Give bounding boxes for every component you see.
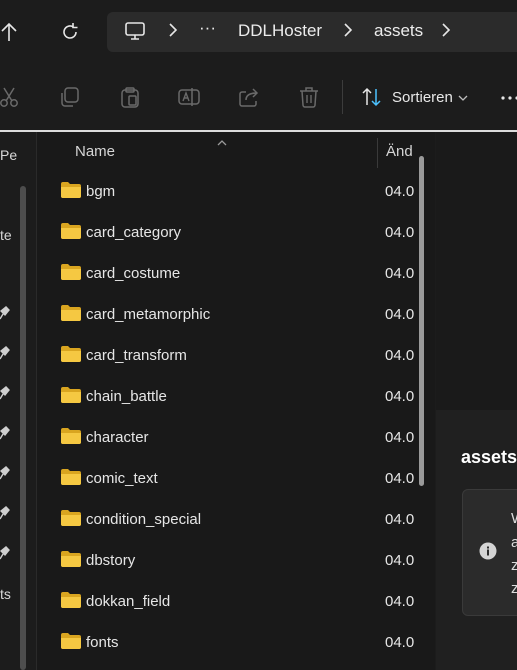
file-date: 04.0 [385,470,415,487]
nav-item-fragment[interactable]: te [0,227,12,243]
folder-icon [61,346,81,362]
folder-icon [61,592,81,608]
file-name: card_costume [86,265,181,282]
file-row[interactable]: chain_battle 04.0 [52,377,418,418]
pin-icon[interactable] [0,346,10,360]
folder-icon [61,305,81,321]
file-row[interactable]: dokkan_field 04.0 [52,582,418,623]
file-date: 04.0 [385,552,415,569]
file-row[interactable]: condition_special 04.0 [52,500,418,541]
file-date: 04.0 [385,306,415,323]
nav-item-fragment[interactable]: ts [0,586,11,602]
file-name: fonts [86,634,119,651]
info-text-fragment: W [511,510,517,527]
chevron-right-icon [168,22,178,38]
pin-icon[interactable] [0,386,10,400]
file-name: chain_battle [86,388,167,405]
refresh-button[interactable] [58,20,82,44]
info-text-fragment: a [511,534,517,551]
file-name: condition_special [86,511,202,528]
info-text-fragment: z [511,557,517,574]
file-name: card_metamorphic [86,306,211,323]
file-date: 04.0 [385,388,415,405]
rename-icon[interactable] [178,86,200,108]
file-date: 04.0 [385,593,415,610]
folder-icon [61,469,81,485]
copy-icon[interactable] [59,86,81,108]
folder-icon [61,633,81,649]
breadcrumb-ddlhoster[interactable]: DDLHoster [238,21,322,41]
file-row[interactable]: dbstory 04.0 [52,541,418,582]
file-list-scrollbar[interactable] [419,156,424,486]
folder-icon [61,264,81,280]
paste-icon[interactable] [119,86,141,108]
this-pc-icon[interactable] [124,21,146,41]
file-date: 04.0 [385,183,415,200]
file-date: 04.0 [385,265,415,282]
file-name: bgm [86,183,116,200]
column-header-name[interactable]: Name [75,143,115,160]
chevron-down-icon [458,95,468,101]
info-icon [479,542,497,560]
more-options-button[interactable] [500,86,517,110]
pin-icon[interactable] [0,426,10,440]
file-row[interactable]: card_costume 04.0 [52,254,418,295]
command-bar-divider [342,80,343,114]
file-row[interactable]: comic_text 04.0 [52,459,418,500]
file-row[interactable]: fonts 04.0 [52,623,418,664]
pin-icon[interactable] [0,306,10,320]
file-row[interactable]: bgm 04.0 [52,172,418,213]
folder-icon [61,428,81,444]
sort-label: Sortieren [392,89,453,106]
preview-area [436,132,517,410]
file-name: comic_text [86,470,158,487]
folder-icon [61,223,81,239]
details-title: assets [461,447,517,467]
info-text-fragment: z [511,580,517,597]
folder-icon [61,510,81,526]
folder-icon [61,551,81,567]
file-date: 04.0 [385,347,415,364]
file-row[interactable]: card_metamorphic 04.0 [52,295,418,336]
column-header-date[interactable]: Änd [386,143,413,160]
sort-icon [362,87,381,107]
pin-icon[interactable] [0,506,10,520]
folder-icon [61,182,81,198]
file-name: card_transform [86,347,187,364]
file-date: 04.0 [385,634,415,651]
file-name: card_category [86,224,182,241]
more-icon [501,96,517,100]
file-date: 04.0 [385,224,415,241]
file-row[interactable]: card_category 04.0 [52,213,418,254]
file-name: dokkan_field [86,593,171,610]
pin-icon[interactable] [0,466,10,480]
file-row[interactable]: character 04.0 [52,418,418,459]
folder-icon [61,387,81,403]
file-row[interactable]: card_transform 04.0 [52,336,418,377]
cut-icon[interactable] [0,86,22,108]
nav-scrollbar[interactable] [20,186,26,670]
sort-ascending-icon [216,134,228,146]
share-icon[interactable] [238,86,260,108]
breadcrumb-assets[interactable]: assets [374,21,423,41]
arrow-up-icon [1,22,17,41]
nav-item-fragment[interactable]: Pe [0,147,17,163]
column-resize-handle[interactable] [377,138,378,168]
pin-icon[interactable] [0,546,10,560]
delete-icon[interactable] [298,86,320,108]
breadcrumb-more[interactable]: ··· [199,18,216,38]
chevron-right-icon[interactable] [441,22,451,38]
up-button[interactable] [0,20,20,44]
refresh-icon [63,23,78,39]
chevron-right-icon [343,22,353,38]
file-date: 04.0 [385,429,415,446]
file-name: dbstory [86,552,136,569]
file-name: character [86,429,149,446]
file-date: 04.0 [385,511,415,528]
